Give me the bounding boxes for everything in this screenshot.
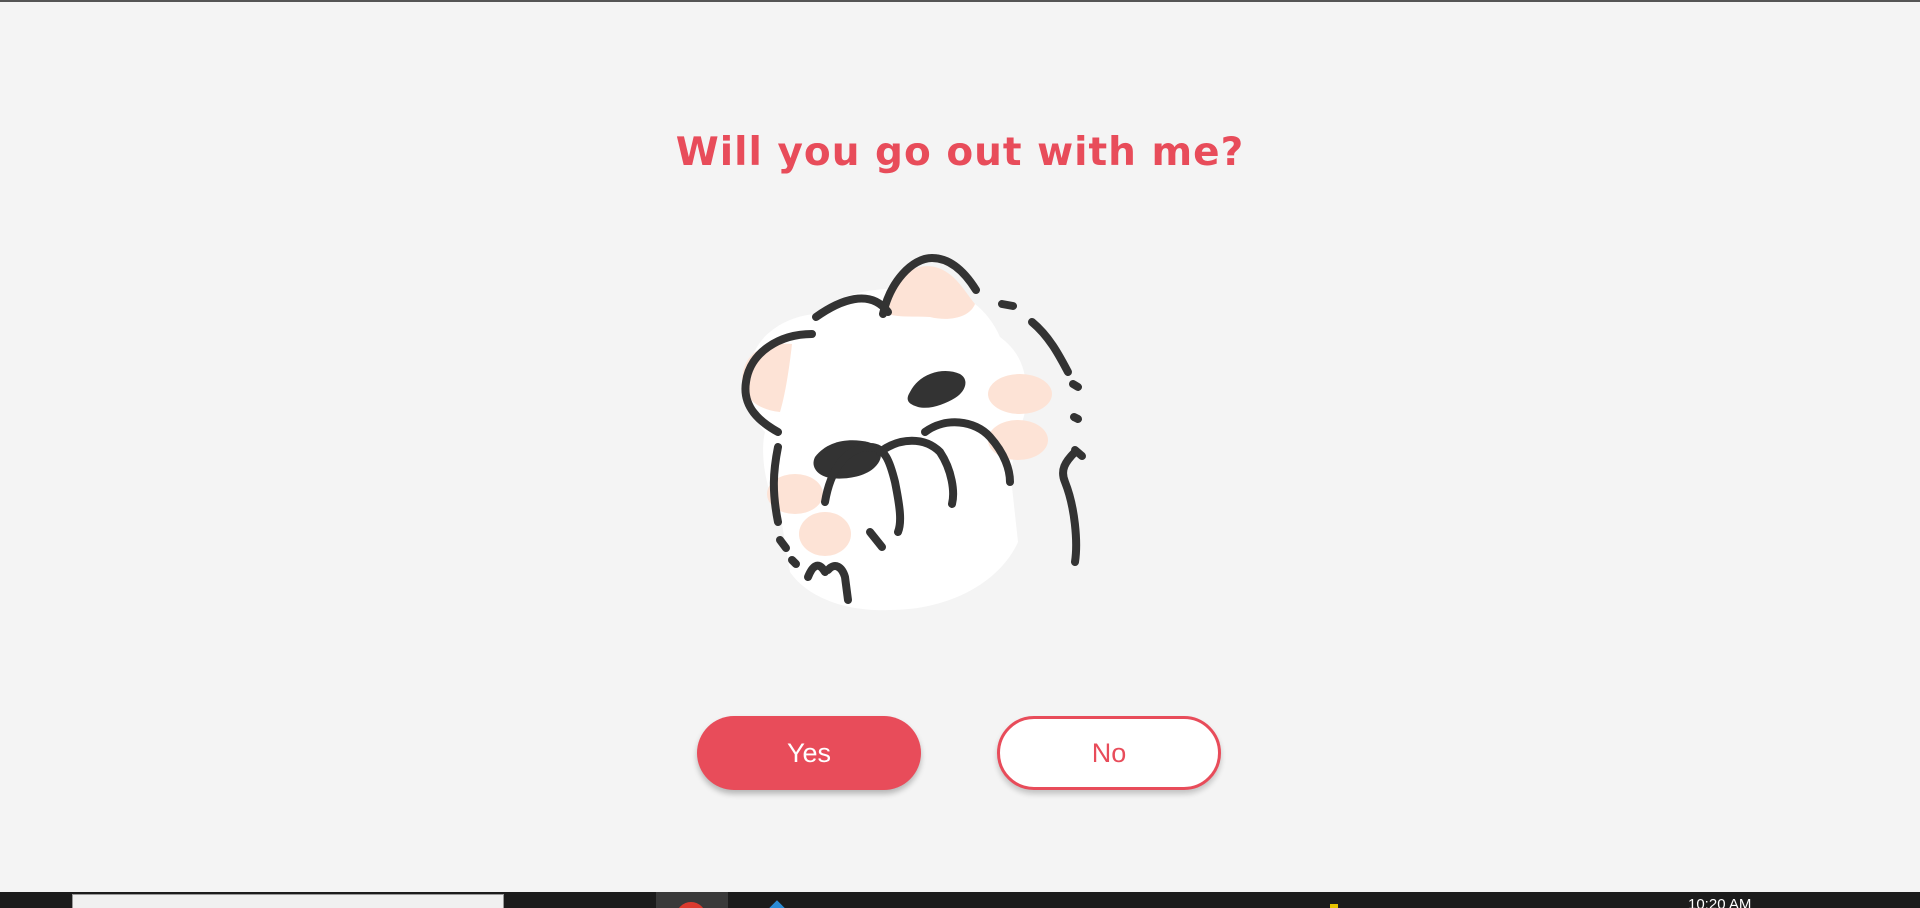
- proposal-page: Will you go out with me? Yes No: [0, 2, 1920, 892]
- question-heading: Will you go out with me?: [675, 130, 1245, 175]
- no-button[interactable]: No: [997, 716, 1221, 790]
- editor-app-icon[interactable]: [764, 900, 790, 908]
- taskbar-search-box[interactable]: [72, 894, 504, 908]
- cat-illustration: [720, 242, 1100, 622]
- taskbar-clock[interactable]: 10:20 AM: [1688, 897, 1751, 908]
- folder-app-icon[interactable]: [1330, 904, 1338, 908]
- shy-cat-icon: [741, 254, 1086, 611]
- os-taskbar: 10:20 AM: [0, 892, 1920, 908]
- yes-button[interactable]: Yes: [697, 716, 921, 790]
